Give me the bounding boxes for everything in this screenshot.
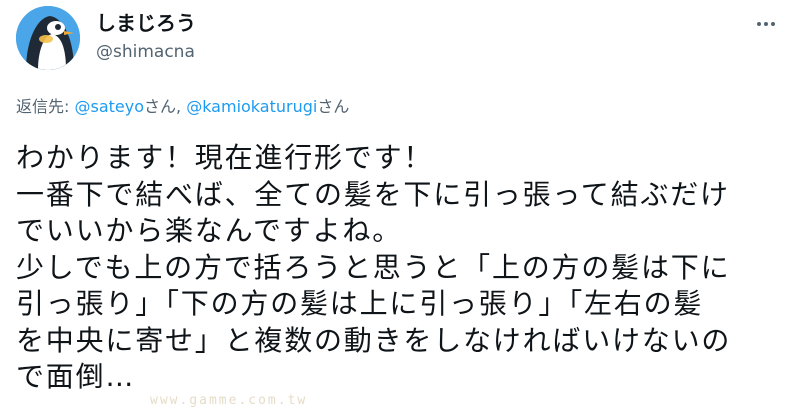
user-handle[interactable]: @shimacna <box>96 40 196 64</box>
tweet-line: を中央に寄せ」と複数の動きをしなければいけないの <box>16 323 732 357</box>
replying-to: 返信先: @sateyoさん, @kamiokaturugiさん <box>16 96 349 118</box>
more-options-button[interactable] <box>752 12 780 36</box>
reply-suffix-1: さん, <box>144 97 187 116</box>
mention-kamiokaturugi[interactable]: @kamiokaturugi <box>186 97 317 116</box>
tweet-text: わかります！現在進行形です！ 一番下で結べば、全ての髪を下に引っ張って結ぶだけ でい… <box>16 140 796 396</box>
tweet-line: でいいから楽なんですよね。 <box>16 214 403 247</box>
more-horizontal-icon <box>757 22 761 26</box>
avatar[interactable] <box>16 6 80 70</box>
tweet-line: 一番下で結べば、全ての髪を下に引っ張って結ぶだけ <box>16 177 730 211</box>
mention-sateyo[interactable]: @sateyo <box>74 97 144 116</box>
tweet-line: 少しでも上の方で括ろうと思うと「上の方の髪は下に <box>16 250 731 284</box>
reply-suffix-2: さん <box>317 97 350 116</box>
more-horizontal-icon-dot <box>771 22 775 26</box>
tweet-line: わかります！現在進行形です！ <box>16 141 434 174</box>
tweet-header: しまじろう @shimacna <box>16 6 786 76</box>
tweet-line: で面倒… <box>16 360 136 393</box>
user-info: しまじろう @shimacna <box>96 10 196 64</box>
tweet-card: しまじろう @shimacna 返信先: @sateyoさん, @kamioka… <box>0 0 800 414</box>
watermark: www.gamme.com.tw <box>150 393 308 408</box>
more-horizontal-icon-dot <box>764 22 768 26</box>
tweet-line: 引っ張り」「下の方の髪は上に引っ張り」「左右の髪 <box>16 287 704 320</box>
penguin-icon <box>16 6 80 70</box>
display-name[interactable]: しまじろう <box>96 10 196 36</box>
reply-prefix: 返信先: <box>16 97 75 116</box>
